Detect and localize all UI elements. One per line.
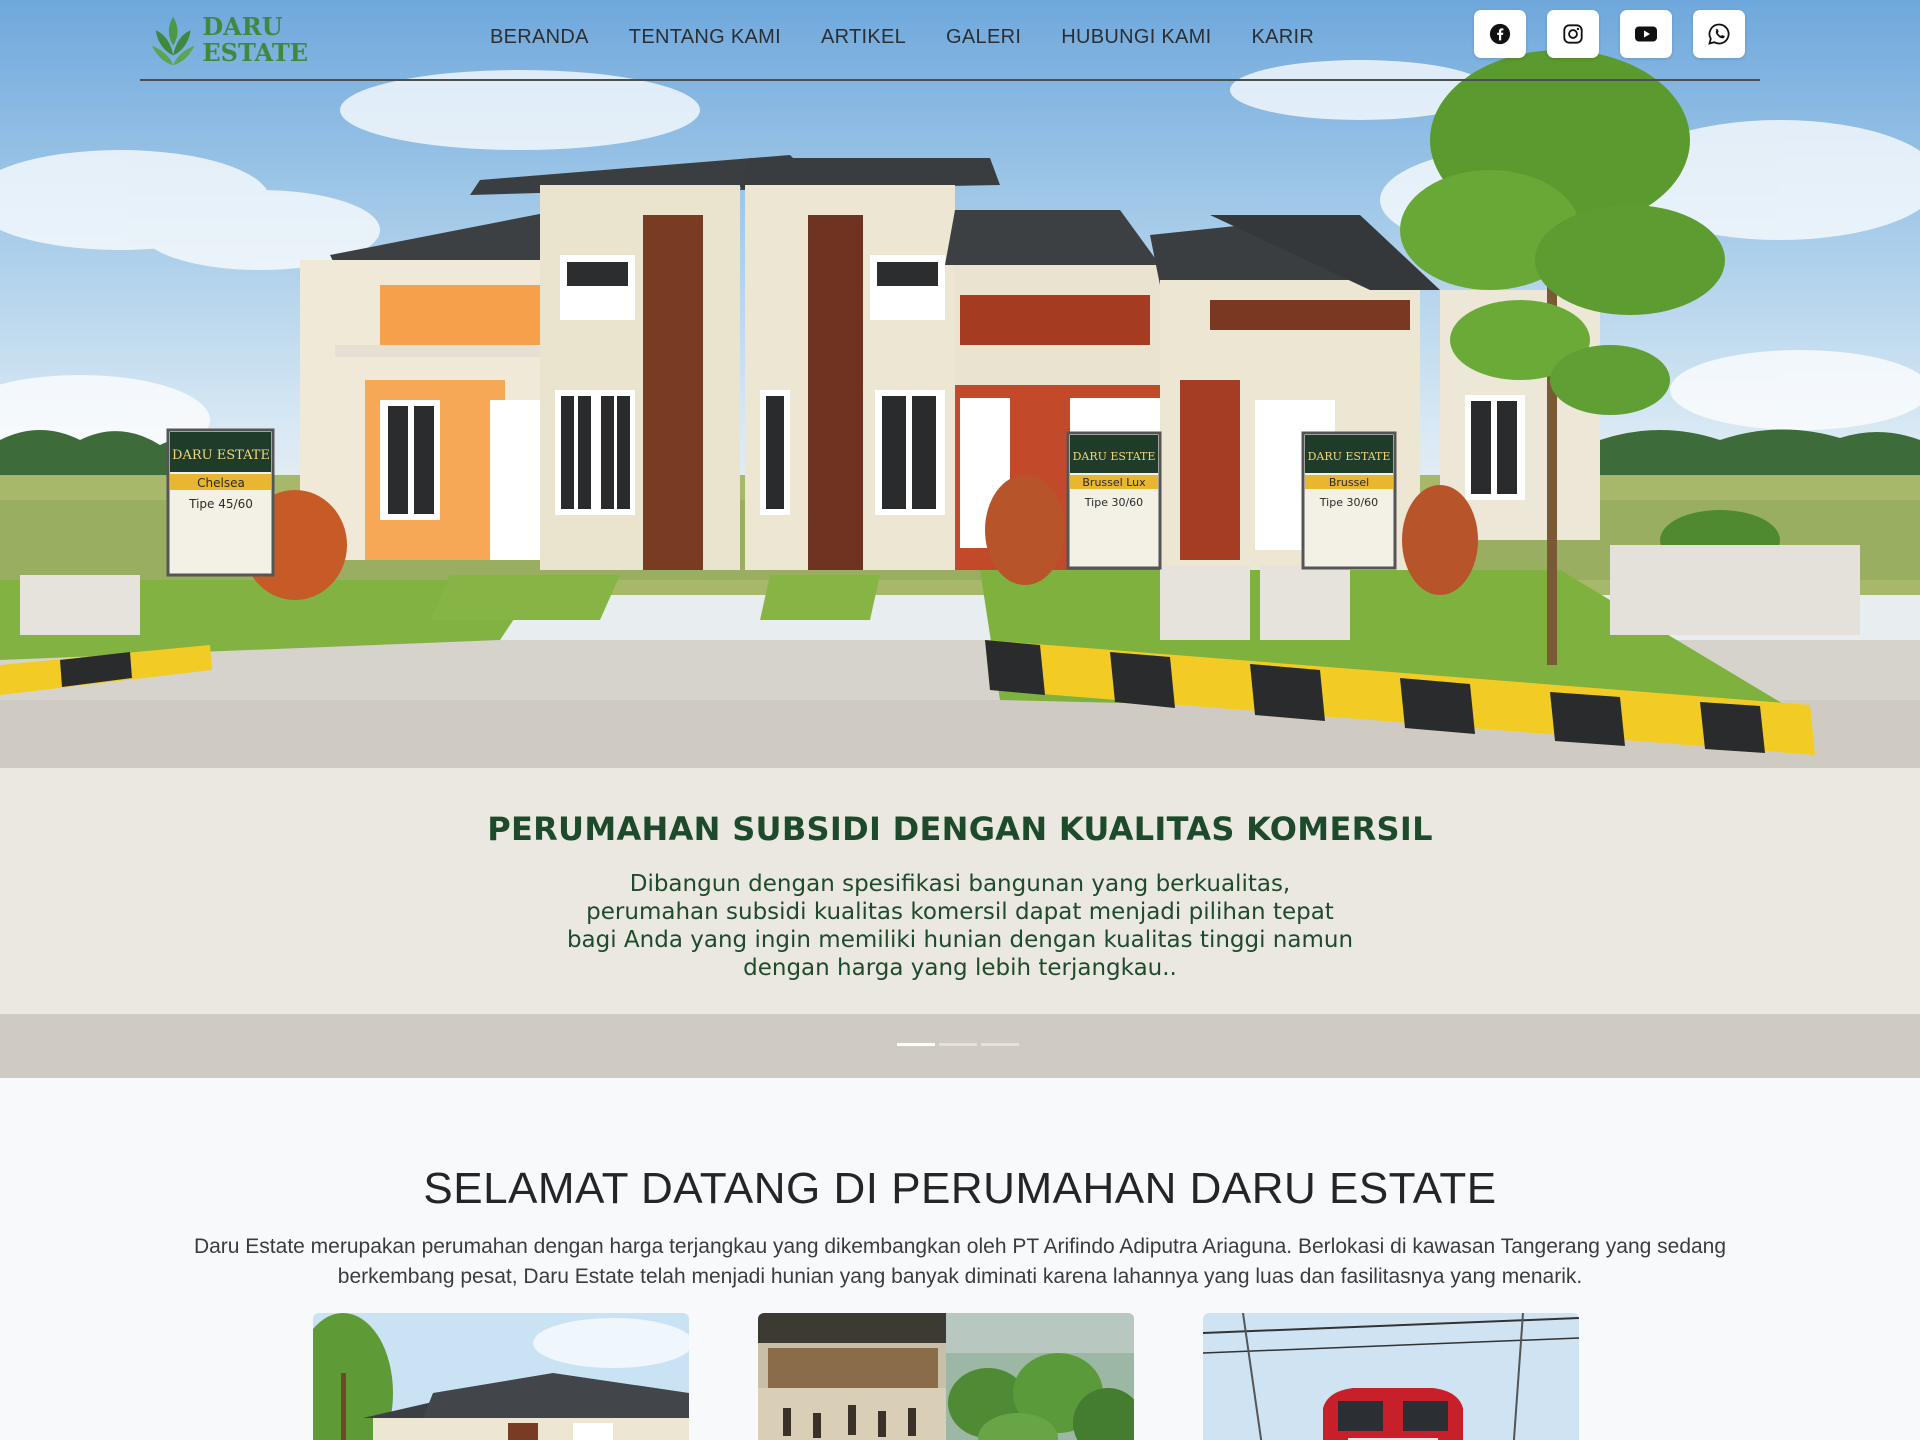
hero-text: Dibangun dengan spesifikasi bangunan yan… <box>566 871 1354 981</box>
svg-text:DARU ESTATE: DARU ESTATE <box>172 448 270 463</box>
facebook-icon <box>1489 23 1511 45</box>
youtube-icon <box>1635 26 1657 42</box>
youtube-button[interactable] <box>1620 10 1672 58</box>
instagram-button[interactable] <box>1547 10 1599 58</box>
social-links <box>1474 10 1745 58</box>
svg-text:Chelsea: Chelsea <box>197 476 245 490</box>
train-photo <box>1203 1313 1579 1440</box>
whatsapp-button[interactable] <box>1693 10 1745 58</box>
feature-card-transport[interactable] <box>1203 1313 1579 1440</box>
svg-text:Tipe 45/60: Tipe 45/60 <box>188 497 253 511</box>
brand-line-2: ESTATE <box>202 38 308 67</box>
svg-text:DARU ESTATE: DARU ESTATE <box>1073 450 1156 463</box>
svg-text:DARU ESTATE: DARU ESTATE <box>1308 450 1391 463</box>
sign-brussel-lux: DARU ESTATE Brussel Lux Tipe 30/60 <box>1066 431 1162 570</box>
instagram-icon <box>1563 24 1583 44</box>
hero-caption: PERUMAHAN SUBSIDI DENGAN KUALITAS KOMERS… <box>0 768 1920 1014</box>
nav-item-galeri[interactable]: GALERI <box>946 26 1021 49</box>
brand-line-1: DARU <box>202 12 283 41</box>
facilities-photo <box>758 1313 1134 1440</box>
facebook-button[interactable] <box>1474 10 1526 58</box>
nav-item-hubungi-kami[interactable]: HUBUNGI KAMI <box>1061 26 1211 49</box>
welcome-title: SELAMAT DATANG DI PERUMAHAN DARU ESTATE <box>423 1164 1497 1213</box>
carousel-indicator-2[interactable] <box>939 1043 977 1046</box>
main-nav: BERANDA TENTANG KAMI ARTIKEL GALERI HUBU… <box>490 26 1314 49</box>
whatsapp-icon <box>1708 23 1730 45</box>
carousel-indicator-3[interactable] <box>981 1043 1019 1046</box>
svg-text:Brussel Lux: Brussel Lux <box>1082 476 1146 489</box>
carousel-indicators <box>897 1043 1019 1046</box>
svg-text:Tipe 30/60: Tipe 30/60 <box>1319 496 1378 509</box>
nav-item-tentang-kami[interactable]: TENTANG KAMI <box>629 26 781 49</box>
logo[interactable]: DARU ESTATE <box>148 10 308 70</box>
hero-title: PERUMAHAN SUBSIDI DENGAN KUALITAS KOMERS… <box>487 810 1433 848</box>
carousel-indicator-1[interactable] <box>897 1043 935 1046</box>
nav-item-beranda[interactable]: BERANDA <box>490 26 589 49</box>
nav-item-artikel[interactable]: ARTIKEL <box>821 26 906 49</box>
svg-text:Brussel: Brussel <box>1329 476 1369 489</box>
welcome-text: Daru Estate merupakan perumahan dengan h… <box>193 1235 1727 1288</box>
feature-card-facilities[interactable] <box>758 1313 1134 1440</box>
navbar: DARU ESTATE BERANDA TENTANG KAMI ARTIKEL… <box>140 0 1760 81</box>
svg-text:Tipe 30/60: Tipe 30/60 <box>1084 496 1143 509</box>
brand-name: DARU ESTATE <box>202 14 308 66</box>
hero-carousel: DARU ESTATE Chelsea Tipe 45/60 DARU ESTA… <box>0 0 1920 1078</box>
sign-brussel: DARU ESTATE Brussel Tipe 30/60 <box>1301 431 1397 570</box>
sign-chelsea: DARU ESTATE Chelsea Tipe 45/60 <box>166 428 275 577</box>
feature-card-house[interactable] <box>313 1313 689 1440</box>
leaf-logo-icon <box>151 16 195 66</box>
house-photo <box>313 1313 689 1440</box>
nav-item-karir[interactable]: KARIR <box>1252 26 1315 49</box>
